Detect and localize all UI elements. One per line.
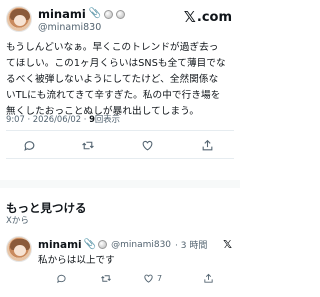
tweet-text-line: てほしい。この1ヶ月くらいはSNSも全て薄目でな <box>6 58 226 69</box>
like-icon[interactable] <box>140 138 154 152</box>
tweet-text-line: もうしんどいなぁ。早くこのトレンドが過ぎ去っ <box>6 42 219 53</box>
user-handle[interactable]: @minami830 <box>38 22 125 33</box>
retweet-icon[interactable] <box>81 138 95 152</box>
view-label: 回表示 <box>94 114 121 124</box>
tweet-text: もうしんどいなぁ。早くこのトレンドが過ぎ去っ てほしい。この1ヶ月くらいはSNS… <box>6 40 236 120</box>
ball-icon <box>98 240 108 249</box>
divider <box>6 158 234 159</box>
main-tweet: minami 📎 @minami830 𝕏 .com もうしんどいなぁ。早くこの… <box>0 0 240 190</box>
x-logo-suffix: .com <box>196 10 232 25</box>
user-name-row: minami 📎 <box>38 7 126 21</box>
divider <box>6 130 234 131</box>
share-icon[interactable] <box>203 272 214 284</box>
reply-actions: 7 <box>0 272 240 284</box>
reply-icon[interactable] <box>22 138 36 152</box>
user-name[interactable]: minami <box>38 7 86 21</box>
avatar-face <box>14 245 26 256</box>
tweet-timestamp[interactable]: 9:07 · 2026/06/02 · <box>6 114 89 124</box>
tweet-text-line: いTLにも流れてきて辛すぎた。私の中で行き場を <box>6 90 221 101</box>
like-stat[interactable]: 7 <box>143 272 162 284</box>
paperclip-icon: 📎 <box>83 238 97 250</box>
reply-avatar[interactable] <box>6 236 32 262</box>
paperclip-icon: 📎 <box>88 8 102 19</box>
reply-user-name[interactable]: minami <box>38 239 82 251</box>
x-logo-icon: 𝕏 <box>183 8 196 26</box>
related-tweet[interactable]: minami 📎 @minami830 · 3 時間 𝕏 私からは以上です 7 <box>0 232 240 297</box>
x-logo-icon[interactable]: 𝕏 <box>223 238 232 251</box>
user-avatar[interactable] <box>6 6 32 32</box>
ball-icon-2 <box>116 9 126 19</box>
x-logo[interactable]: 𝕏 .com <box>183 8 232 26</box>
share-icon[interactable] <box>200 138 214 152</box>
tweet-meta: 9:07 · 2026/06/02 · 9回表示 <box>6 113 120 125</box>
user-info: minami 📎 @minami830 <box>38 7 126 33</box>
avatar-face <box>14 15 26 26</box>
tweet-text-line: るべく被弾しないようにしてたけど、全然関係な <box>6 74 219 85</box>
more-subtitle: Xから <box>6 216 29 226</box>
reply-text: 私からは以上です <box>38 255 115 266</box>
section-separator <box>0 180 240 188</box>
ball-icon <box>104 9 114 19</box>
tweet-actions <box>0 138 240 152</box>
retweet-icon[interactable] <box>100 272 112 284</box>
reply-time: · 3 時間 <box>175 241 208 251</box>
like-count: 7 <box>157 273 163 283</box>
reply-header: minami 📎 @minami830 · 3 時間 <box>38 238 208 252</box>
reply-icon[interactable] <box>56 272 67 284</box>
reply-user-handle[interactable]: @minami830 <box>111 240 171 250</box>
like-icon <box>144 274 153 283</box>
